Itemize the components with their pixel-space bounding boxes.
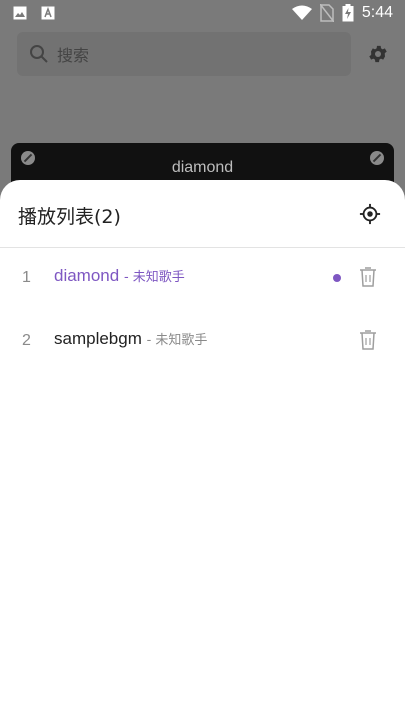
search-bar[interactable]: 搜索: [17, 32, 351, 76]
playlist-item-index: 1: [22, 269, 31, 286]
playlist-item-title: samplebgm - 未知歌手: [54, 329, 207, 349]
playlist-item[interactable]: 1 diamond - 未知歌手: [0, 249, 405, 309]
search-input[interactable]: 搜索: [57, 42, 89, 66]
no-sim-icon: [319, 4, 334, 22]
playlist-header: 播放列表(2): [0, 180, 405, 248]
status-time: 5:44: [361, 4, 393, 21]
trash-icon[interactable]: [359, 266, 377, 288]
status-right: 5:44: [291, 4, 393, 22]
song-name: diamond: [54, 266, 120, 285]
gear-icon[interactable]: [367, 43, 389, 65]
song-name: samplebgm: [54, 329, 142, 348]
status-bar: 5:44: [0, 0, 405, 28]
wifi-icon: [291, 5, 312, 20]
playlist-item-title: diamond - 未知歌手: [54, 266, 185, 286]
playlist-item-index: 2: [22, 332, 31, 349]
artist-name: - 未知歌手: [146, 333, 208, 348]
search-icon: [30, 45, 48, 63]
trash-icon[interactable]: [359, 329, 377, 351]
status-left: [13, 6, 55, 20]
now-playing-indicator: [333, 274, 341, 282]
playlist-item[interactable]: 2 samplebgm - 未知歌手: [0, 312, 405, 372]
battery-icon: [342, 4, 354, 22]
artist-name: - 未知歌手: [123, 270, 185, 285]
playlist-sheet: 播放列表(2) 1 diamond - 未知歌手 2 samplebgm - 未…: [0, 180, 405, 720]
image-icon: [13, 6, 27, 20]
player-track-title: diamond: [171, 159, 234, 176]
text-a-icon: [41, 6, 55, 20]
playlist-title: 播放列表(2): [18, 206, 121, 228]
locate-icon[interactable]: [359, 203, 381, 225]
